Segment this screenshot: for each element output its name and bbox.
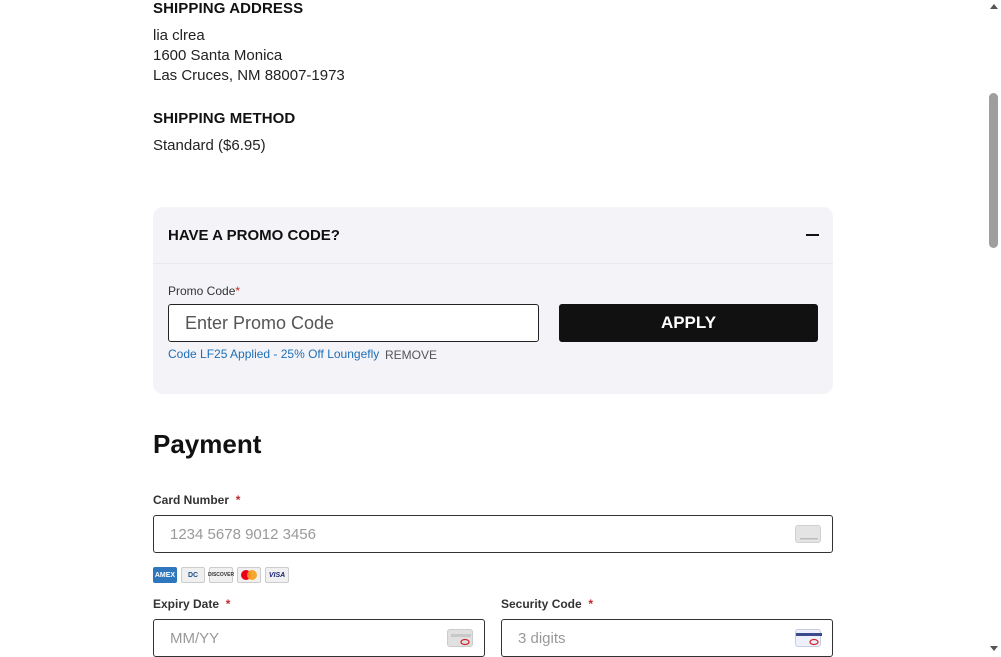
- promo-code-toggle[interactable]: HAVE A PROMO CODE?: [153, 207, 833, 264]
- security-code-input[interactable]: [501, 619, 833, 657]
- shipping-address-title: SHIPPING ADDRESS: [153, 0, 304, 17]
- shipping-street: 1600 Santa Monica: [153, 47, 283, 64]
- shipping-city-line: Las Cruces, NM 88007-1973: [153, 67, 345, 84]
- expiry-date-label: Expiry Date *: [153, 597, 231, 611]
- required-mark: *: [235, 284, 241, 298]
- scroll-up-arrow-icon[interactable]: [990, 4, 998, 9]
- minus-icon[interactable]: [806, 234, 819, 236]
- diners-club-icon: DC: [181, 567, 205, 583]
- card-expiry-icon: [447, 629, 473, 647]
- amex-icon: AMEX: [153, 567, 177, 583]
- shipping-method-value: Standard ($6.95): [153, 137, 266, 154]
- shipping-method-title: SHIPPING METHOD: [153, 110, 296, 127]
- scrollbar-thumb[interactable]: [989, 93, 998, 248]
- promo-code-label: Promo Code*: [168, 284, 241, 298]
- security-code-label: Security Code *: [501, 597, 594, 611]
- remove-promo-link[interactable]: REMOVE: [385, 348, 437, 362]
- expiry-date-input[interactable]: [153, 619, 485, 657]
- scroll-down-arrow-icon[interactable]: [990, 646, 998, 651]
- card-number-label: Card Number *: [153, 493, 241, 507]
- page-scrollbar[interactable]: [986, 0, 1001, 657]
- visa-icon: VISA: [265, 567, 289, 583]
- promo-code-panel: HAVE A PROMO CODE? Promo Code* APPLY Cod…: [153, 207, 833, 394]
- promo-code-header: HAVE A PROMO CODE?: [168, 227, 340, 244]
- payment-title: Payment: [153, 429, 262, 459]
- promo-code-input[interactable]: [168, 304, 539, 342]
- mastercard-icon: [237, 567, 261, 583]
- discover-icon: DISCOVER: [208, 567, 234, 583]
- card-number-input[interactable]: [153, 515, 833, 553]
- card-cvv-icon: [795, 629, 822, 647]
- apply-button[interactable]: APPLY: [559, 304, 818, 342]
- promo-applied-message: Code LF25 Applied - 25% Off Loungefly: [168, 347, 380, 361]
- generic-card-icon: [795, 525, 821, 543]
- shipping-name: lia clrea: [153, 27, 205, 44]
